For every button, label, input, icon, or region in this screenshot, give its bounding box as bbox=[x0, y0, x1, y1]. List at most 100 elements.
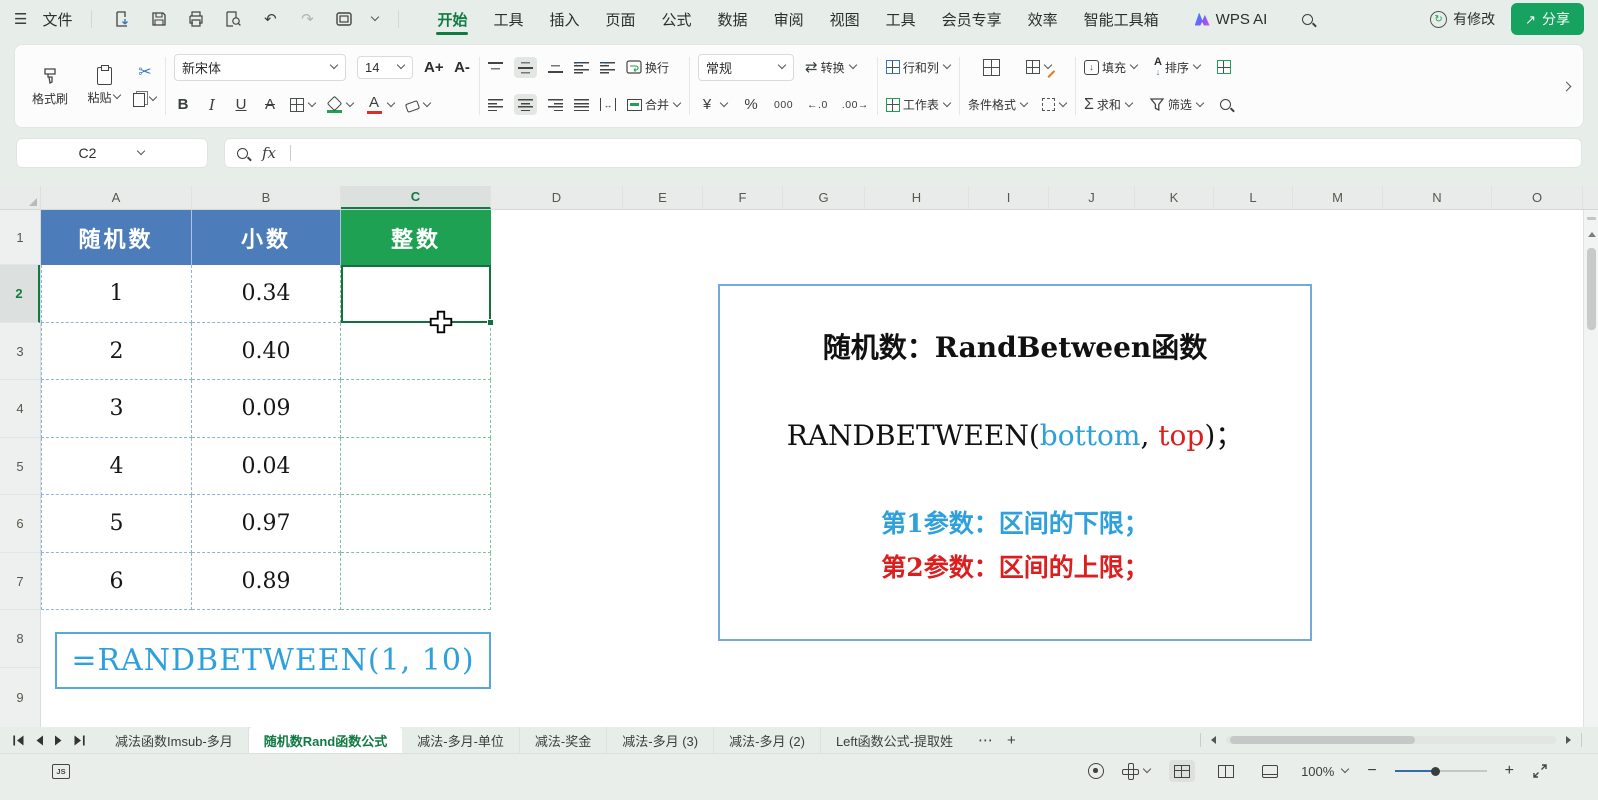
cell-a3[interactable]: 2 bbox=[41, 323, 192, 380]
js-macro-icon[interactable]: JS bbox=[52, 763, 70, 779]
sum-button[interactable]: Σ 求和 bbox=[1084, 96, 1134, 113]
currency-format-button[interactable]: ¥ bbox=[698, 96, 729, 113]
zoom-in-button[interactable]: + bbox=[1505, 762, 1514, 780]
number-format-select[interactable]: 常规 bbox=[698, 53, 795, 81]
tab-formulas[interactable]: 公式 bbox=[661, 1, 693, 38]
wrap-text-button[interactable]: 换行 bbox=[626, 59, 669, 76]
header-cell-b1[interactable]: 小数 bbox=[192, 210, 341, 265]
decrease-decimal-icon[interactable]: .00→ bbox=[842, 99, 869, 111]
cell-a4[interactable]: 3 bbox=[41, 380, 192, 438]
cell-style-button[interactable] bbox=[1025, 60, 1056, 79]
filter-button[interactable]: 筛选 bbox=[1149, 96, 1205, 113]
sheet-tab-imsub[interactable]: 减法函数Imsub-多月 bbox=[100, 727, 249, 753]
formula-input[interactable]: fx bbox=[224, 138, 1582, 168]
toolbar-options-chevron[interactable] bbox=[371, 12, 380, 22]
tab-home[interactable]: 开始 bbox=[436, 1, 469, 38]
redo-icon[interactable]: ↷ bbox=[296, 8, 318, 30]
sheet-tab-multi2[interactable]: 减法-多月 (2) bbox=[714, 727, 821, 753]
sync-status[interactable]: ↻ 有修改 bbox=[1430, 9, 1495, 29]
name-box[interactable]: C2 bbox=[16, 138, 208, 168]
fx-icon[interactable]: fx bbox=[262, 144, 276, 162]
scroll-left-arrow[interactable] bbox=[1211, 736, 1216, 744]
canvas-position-button[interactable] bbox=[1122, 763, 1152, 780]
fill-color-button[interactable] bbox=[326, 95, 355, 114]
previous-sheet-icon[interactable] bbox=[35, 735, 44, 746]
column-header-d[interactable]: D bbox=[491, 186, 623, 209]
header-cell-c1[interactable]: 整数 bbox=[341, 210, 491, 265]
font-size-select[interactable]: 14 bbox=[357, 55, 413, 79]
tab-insert[interactable]: 插入 bbox=[549, 1, 581, 38]
cell-b3[interactable]: 0.40 bbox=[192, 323, 341, 380]
column-header-n[interactable]: N bbox=[1383, 186, 1492, 209]
tab-smart-toolbox[interactable]: 智能工具箱 bbox=[1083, 1, 1160, 38]
thousands-separator-icon[interactable]: 000 bbox=[774, 99, 793, 111]
justify-button[interactable] bbox=[574, 98, 589, 112]
horizontal-scroll-track[interactable] bbox=[1226, 736, 1556, 744]
tab-tools-1[interactable]: 工具 bbox=[492, 1, 524, 38]
clear-format-button[interactable] bbox=[404, 98, 432, 113]
column-header-k[interactable]: K bbox=[1135, 186, 1214, 209]
row-header-5[interactable]: 5 bbox=[0, 438, 40, 495]
copy-icon[interactable] bbox=[133, 91, 148, 107]
column-header-g[interactable]: G bbox=[783, 186, 865, 209]
row-header-4[interactable]: 4 bbox=[0, 380, 40, 438]
zoom-out-button[interactable]: − bbox=[1367, 762, 1376, 780]
formula-zoom-icon[interactable] bbox=[237, 147, 248, 159]
vertical-scrollbar[interactable] bbox=[1583, 210, 1598, 727]
column-header-h[interactable]: H bbox=[865, 186, 969, 209]
decrease-indent-button[interactable]: ← bbox=[573, 57, 589, 74]
horizontal-scroll-thumb[interactable] bbox=[1230, 736, 1415, 744]
column-header-c[interactable]: C bbox=[341, 186, 491, 209]
align-left-button[interactable] bbox=[488, 98, 503, 112]
align-bottom-button[interactable] bbox=[548, 60, 563, 74]
increase-decimal-icon[interactable]: ←.0 bbox=[807, 99, 828, 111]
tab-data[interactable]: 数据 bbox=[717, 1, 749, 38]
formula-note-box[interactable]: =RANDBETWEEN(1, 10) bbox=[55, 632, 491, 689]
borders-button[interactable] bbox=[290, 97, 317, 112]
tab-membership[interactable]: 会员专享 bbox=[941, 1, 1003, 38]
shrink-font-icon[interactable]: A- bbox=[453, 59, 471, 76]
column-header-m[interactable]: M bbox=[1293, 186, 1383, 209]
conditional-format-button[interactable]: 条件格式 bbox=[968, 96, 1029, 113]
select-all-corner[interactable] bbox=[0, 186, 41, 209]
cell-b2[interactable]: 0.34 bbox=[192, 265, 341, 323]
cell-a7[interactable]: 6 bbox=[41, 553, 192, 610]
cell-a5[interactable]: 4 bbox=[41, 438, 192, 495]
undo-icon[interactable]: ↶ bbox=[259, 8, 281, 30]
sheet-tab-unit[interactable]: 减法-多月-单位 bbox=[402, 727, 520, 753]
slider-knob[interactable] bbox=[1431, 766, 1441, 776]
increase-indent-button[interactable]: → bbox=[599, 57, 615, 74]
sheet-tab-rand-active[interactable]: 随机数Rand函数公式 bbox=[248, 727, 403, 753]
table-style-button[interactable] bbox=[982, 58, 1000, 76]
cell-a2[interactable]: 1 bbox=[41, 265, 192, 323]
align-right-button[interactable] bbox=[548, 98, 563, 112]
row-header-2[interactable]: 2 bbox=[0, 265, 40, 323]
column-header-f[interactable]: F bbox=[703, 186, 783, 209]
text-orientation-button[interactable]: ↔ bbox=[600, 98, 616, 112]
cell-b7[interactable]: 0.89 bbox=[192, 553, 341, 610]
bold-icon[interactable]: B bbox=[174, 96, 192, 113]
font-name-select[interactable]: 新宋体 bbox=[174, 53, 346, 81]
worksheet-button[interactable]: 工作表 bbox=[885, 96, 952, 113]
cell-b6[interactable]: 0.97 bbox=[192, 495, 341, 553]
scroll-right-arrow[interactable] bbox=[1566, 736, 1571, 744]
header-cell-a1[interactable]: 随机数 bbox=[41, 210, 192, 265]
column-header-i[interactable]: I bbox=[969, 186, 1049, 209]
align-top-button[interactable] bbox=[488, 60, 503, 74]
tab-tools-2[interactable]: 工具 bbox=[885, 1, 917, 38]
export-icon[interactable] bbox=[111, 8, 133, 30]
next-sheet-icon[interactable] bbox=[54, 735, 63, 746]
tab-efficiency[interactable]: 效率 bbox=[1027, 1, 1059, 38]
vertical-scroll-thumb[interactable] bbox=[1587, 248, 1596, 330]
zoom-level-select[interactable]: 100% bbox=[1301, 764, 1350, 779]
row-header-3[interactable]: 3 bbox=[0, 323, 40, 380]
view-pagebreak-button[interactable] bbox=[1213, 760, 1239, 782]
column-header-a[interactable]: A bbox=[41, 186, 192, 209]
fill-button[interactable]: ↓ 填充 bbox=[1083, 59, 1139, 76]
scroll-up-arrow[interactable] bbox=[1587, 232, 1596, 237]
switch-window-icon[interactable] bbox=[333, 8, 355, 30]
merge-cells-button[interactable]: 合并 bbox=[627, 96, 682, 113]
share-button[interactable]: ↗ 分享 bbox=[1511, 3, 1584, 35]
fullscreen-icon[interactable] bbox=[1532, 763, 1548, 779]
convert-button[interactable]: ⇄ 转换 bbox=[805, 59, 857, 76]
